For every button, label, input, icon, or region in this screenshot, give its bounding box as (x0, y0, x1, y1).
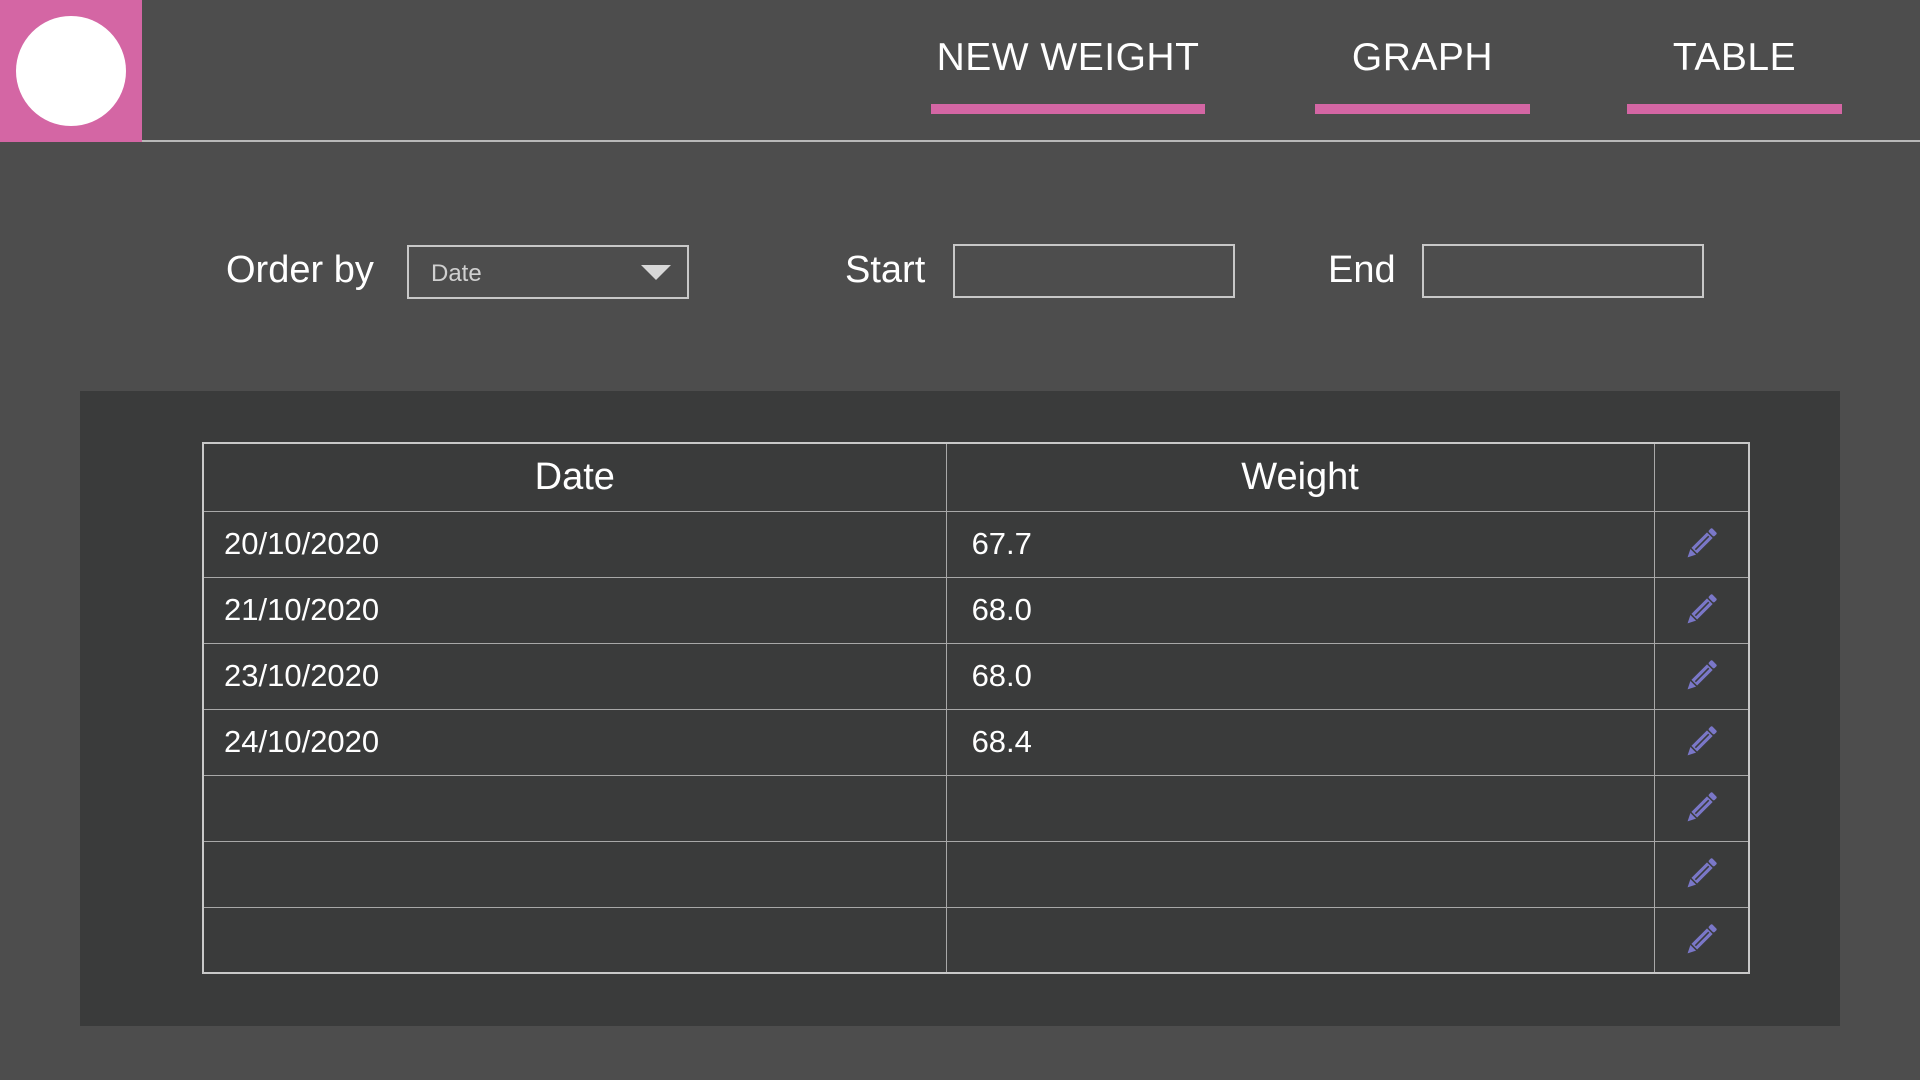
table-row[interactable] (202, 774, 1750, 842)
weight-table: Date Weight 20/10/2020 67.7 21/10/2020 68.0… (202, 442, 1750, 974)
tab-graph-underline (1315, 104, 1530, 114)
cell-date: 21/10/2020 (202, 576, 947, 644)
table-row[interactable]: 21/10/2020 68.0 (202, 576, 1750, 644)
order-by-value: Date (431, 260, 482, 287)
table-panel: Date Weight 20/10/2020 67.7 21/10/2020 68.0… (80, 391, 1840, 1026)
pencil-icon[interactable] (1681, 920, 1721, 960)
tab-new-weight-label: NEW WEIGHT (936, 36, 1200, 79)
table-row[interactable] (202, 906, 1750, 974)
table-row[interactable]: 20/10/2020 67.7 (202, 510, 1750, 578)
pencil-icon[interactable] (1681, 854, 1721, 894)
cell-date: 20/10/2020 (202, 510, 947, 578)
order-by-label: Order by (226, 249, 374, 291)
tab-table-underline (1627, 104, 1842, 114)
cell-edit (1653, 576, 1750, 644)
cell-weight (945, 840, 1655, 908)
table-row[interactable]: 23/10/2020 68.0 (202, 642, 1750, 710)
logo-circle-icon (16, 16, 126, 126)
cell-weight (945, 774, 1655, 842)
cell-edit (1653, 510, 1750, 578)
cell-edit (1653, 708, 1750, 776)
tab-new-weight[interactable]: NEW WEIGHT (931, 30, 1205, 114)
end-date-input[interactable] (1422, 244, 1704, 298)
tab-table-label: TABLE (1672, 36, 1797, 79)
pencil-icon[interactable] (1681, 722, 1721, 762)
order-by-select[interactable]: Date (407, 245, 689, 299)
chevron-down-icon (641, 265, 671, 280)
pencil-icon[interactable] (1681, 590, 1721, 630)
column-header-date[interactable]: Date (202, 442, 947, 512)
logo[interactable] (0, 0, 142, 142)
table-header-row: Date Weight (202, 442, 1750, 512)
pencil-icon[interactable] (1681, 788, 1721, 828)
start-date-input[interactable] (953, 244, 1235, 298)
tab-table[interactable]: TABLE (1627, 30, 1842, 114)
cell-edit (1653, 906, 1750, 974)
cell-edit (1653, 642, 1750, 710)
cell-date: 23/10/2020 (202, 642, 947, 710)
cell-weight: 68.0 (945, 576, 1655, 644)
cell-weight: 68.0 (945, 642, 1655, 710)
pencil-icon[interactable] (1681, 656, 1721, 696)
cell-date: 24/10/2020 (202, 708, 947, 776)
cell-weight (945, 906, 1655, 974)
cell-edit (1653, 840, 1750, 908)
table-body: 20/10/2020 67.7 21/10/2020 68.0 23/10/2020 68… (202, 510, 1750, 974)
table-row[interactable]: 24/10/2020 68.4 (202, 708, 1750, 776)
app-window: NEW WEIGHT GRAPH TABLE Order by Date Sta… (0, 0, 1920, 1080)
cell-weight: 68.4 (945, 708, 1655, 776)
column-header-weight[interactable]: Weight (945, 442, 1655, 512)
end-label: End (1328, 249, 1396, 291)
header-bar: NEW WEIGHT GRAPH TABLE (0, 0, 1920, 142)
tab-graph[interactable]: GRAPH (1315, 30, 1530, 114)
column-header-edit (1653, 442, 1750, 512)
tab-graph-label: GRAPH (1351, 36, 1494, 79)
cell-date (202, 840, 947, 908)
cell-date (202, 774, 947, 842)
tab-new-weight-underline (931, 104, 1205, 114)
cell-edit (1653, 774, 1750, 842)
start-label: Start (845, 249, 926, 291)
cell-date (202, 906, 947, 974)
cell-weight: 67.7 (945, 510, 1655, 578)
pencil-icon[interactable] (1681, 524, 1721, 564)
table-row[interactable] (202, 840, 1750, 908)
